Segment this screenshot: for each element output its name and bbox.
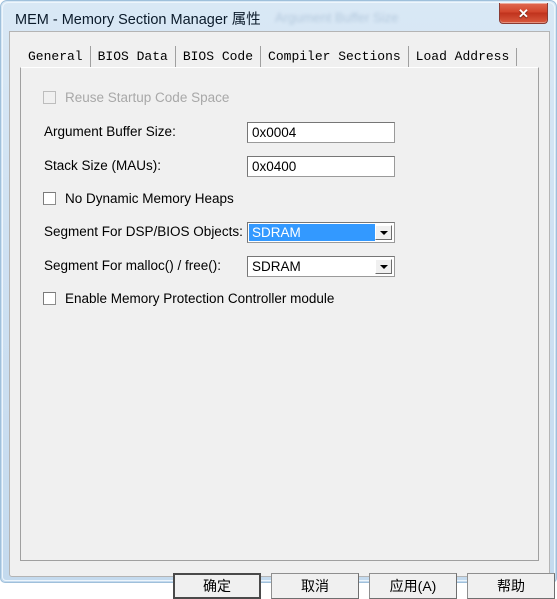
tab-panel-general: Reuse Startup Code Space Argument Buffer…: [20, 67, 539, 561]
checkbox-label-no-dynamic-heaps: No Dynamic Memory Heaps: [65, 191, 234, 206]
checkbox-no-dynamic-memory-heaps[interactable]: No Dynamic Memory Heaps: [43, 191, 234, 206]
checkbox-box-enable-mpc[interactable]: [43, 292, 56, 305]
dialog-button-bar: 确定 取消 应用(A) 帮助: [10, 563, 555, 599]
cancel-button[interactable]: 取消: [271, 573, 359, 599]
tab-bios-code[interactable]: BIOS Code: [174, 46, 261, 68]
combo-value-segment-malloc-free: SDRAM: [252, 259, 301, 274]
tab-strip-end-divider: [516, 48, 518, 66]
checkbox-label-reuse-startup: Reuse Startup Code Space: [65, 90, 230, 105]
input-stack-size[interactable]: 0x0400: [247, 156, 395, 177]
label-segment-dsp-bios: Segment For DSP/BIOS Objects:: [44, 224, 243, 239]
label-argument-buffer-size: Argument Buffer Size:: [44, 124, 176, 139]
field-row-argument-buffer-size: Argument Buffer Size: 0x0004: [21, 122, 538, 144]
title-bar[interactable]: MEM - Memory Section Manager 属性 Argument…: [3, 2, 556, 32]
tab-load-address[interactable]: Load Address: [407, 46, 517, 68]
ok-button[interactable]: 确定: [173, 573, 261, 599]
checkbox-box-no-dynamic-heaps[interactable]: [43, 192, 56, 205]
input-argument-buffer-size[interactable]: 0x0004: [247, 122, 395, 143]
help-button[interactable]: 帮助: [467, 573, 555, 599]
checkbox-reuse-startup-code-space: Reuse Startup Code Space: [43, 90, 229, 105]
apply-button[interactable]: 应用(A): [369, 573, 457, 599]
label-segment-malloc-free: Segment For malloc() / free():: [44, 258, 222, 273]
combo-value-segment-dsp-bios: SDRAM: [249, 224, 375, 241]
close-icon: ✕: [518, 5, 529, 21]
checkbox-box-reuse-startup: [43, 91, 56, 104]
combo-dropdown-button-dsp-bios[interactable]: [375, 225, 392, 240]
combo-dropdown-button-malloc-free[interactable]: [375, 259, 392, 274]
checkbox-enable-mpc-module[interactable]: Enable Memory Protection Controller modu…: [43, 291, 334, 306]
tab-strip: General BIOS Data BIOS Code Compiler Sec…: [20, 46, 518, 68]
tab-general[interactable]: General: [20, 46, 90, 68]
checkbox-label-enable-mpc: Enable Memory Protection Controller modu…: [65, 291, 335, 306]
window-title: MEM - Memory Section Manager 属性: [15, 12, 261, 28]
chevron-down-icon: [379, 230, 388, 235]
title-ghost-text: Argument Buffer Size: [275, 10, 399, 25]
tab-bios-data[interactable]: BIOS Data: [89, 46, 175, 68]
dialog-window: MEM - Memory Section Manager 属性 Argument…: [0, 0, 557, 599]
tab-compiler-sections[interactable]: Compiler Sections: [260, 46, 408, 68]
combo-segment-dsp-bios[interactable]: SDRAM: [247, 222, 395, 243]
chevron-down-icon: [379, 264, 388, 269]
field-row-stack-size: Stack Size (MAUs): 0x0400: [21, 156, 538, 178]
close-button[interactable]: ✕: [499, 3, 548, 24]
combo-segment-malloc-free[interactable]: SDRAM: [247, 256, 395, 277]
dialog-client-area: General BIOS Data BIOS Code Compiler Sec…: [9, 31, 555, 599]
field-row-segment-malloc-free: Segment For malloc() / free(): SDRAM: [21, 256, 538, 278]
label-stack-size: Stack Size (MAUs):: [44, 158, 162, 173]
field-row-segment-dsp-bios: Segment For DSP/BIOS Objects: SDRAM: [21, 222, 538, 244]
